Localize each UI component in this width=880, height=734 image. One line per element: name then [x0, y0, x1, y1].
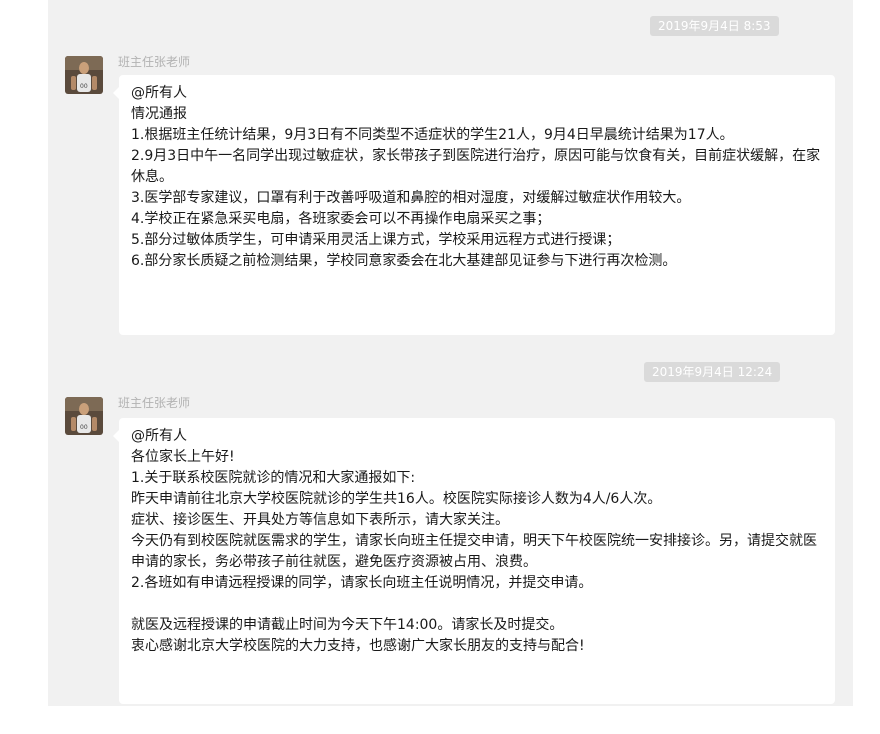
message-line: 各位家长上午好! [131, 449, 235, 465]
message-line: @所有人 [131, 428, 187, 444]
avatar-photo: 00 [65, 56, 103, 94]
message-line: 症状、接诊医生、开具处方等信息如下表所示，请大家关注。 [131, 512, 509, 528]
message-timestamp: 2019年9月4日 8:53 [650, 16, 779, 36]
message-line: 衷心感谢北京大学校医院的大力支持，也感谢广大家长朋友的支持与配合! [131, 638, 585, 654]
avatar-photo: 00 [65, 397, 103, 435]
message-line: 1.关于联系校医院就诊的情况和大家通报如下: [131, 470, 416, 486]
message-line: 1.根据班主任统计结果，9月3日有不同类型不适症状的学生21人，9月4日早晨统计… [131, 127, 734, 143]
message-bubble[interactable]: @所有人 各位家长上午好! 1.关于联系校医院就诊的情况和大家通报如下: 昨天申… [113, 418, 835, 704]
sender-name: 班主任张老师 [118, 55, 191, 69]
message-line: 情况通报 [131, 106, 187, 122]
message-timestamp: 2019年9月4日 12:24 [644, 362, 781, 382]
message-line: 5.部分过敏体质学生，可申请采用灵活上课方式，学校采用远程方式进行授课； [131, 232, 621, 248]
message-line: 6.部分家长质疑之前检测结果，学校同意家委会在北大基建部见证参与下进行再次检测。 [131, 253, 677, 269]
message-line: 4.学校正在紧急采买电扇，各班家委会可以不再操作电扇采买之事； [131, 211, 551, 227]
message-line: 2.9月3日中午一名同学出现过敏症状，家长带孩子到医院进行治疗，原因可能与饮食有… [131, 148, 821, 185]
chat-window: 2019年9月4日 8:53 00 班主任张老师 @所有人 情况通报 1.根据班… [48, 0, 853, 706]
svg-text:00: 00 [80, 424, 88, 431]
message-line: 3.医学部专家建议，口罩有利于改善呼吸道和鼻腔的相对湿度，对缓解过敏症状作用较大… [131, 190, 691, 206]
message-line: 就医及远程授课的申请截止时间为今天下午14:00。请家长及时提交。 [131, 617, 564, 633]
message-line: 2.各班如有申请远程授课的同学，请家长向班主任说明情况，并提交申请。 [131, 575, 593, 591]
message-line: 昨天申请前往北京大学校医院就诊的学生共16人。校医院实际接诊人数为4人/6人次。 [131, 491, 662, 507]
avatar[interactable]: 00 [65, 56, 103, 94]
message-line: 今天仍有到校医院就医需求的学生，请家长向班主任提交申请，明天下午校医院统一安排接… [131, 533, 817, 570]
avatar[interactable]: 00 [65, 397, 103, 435]
message-line: @所有人 [131, 85, 187, 101]
message-bubble[interactable]: @所有人 情况通报 1.根据班主任统计结果，9月3日有不同类型不适症状的学生21… [113, 75, 835, 335]
sender-name: 班主任张老师 [118, 396, 191, 410]
message-line [131, 594, 823, 615]
svg-text:00: 00 [80, 83, 88, 90]
